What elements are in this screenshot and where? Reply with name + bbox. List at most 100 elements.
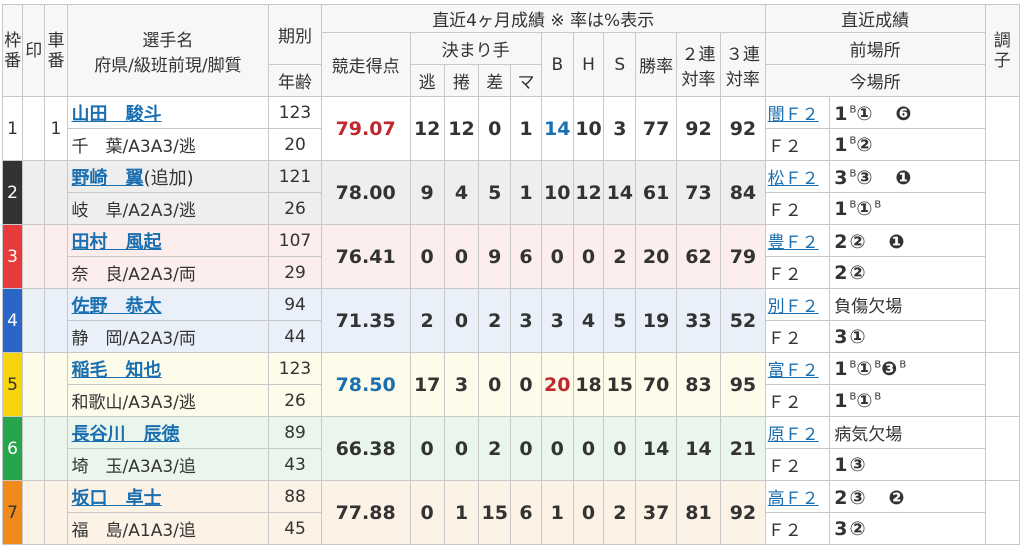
- prev-result-cell: 2② ❶: [829, 224, 986, 257]
- score-cell: 79.07: [320, 96, 411, 161]
- prev-venue-link[interactable]: 別Ｆ２: [768, 297, 819, 317]
- mark-cell[interactable]: [22, 480, 46, 545]
- s-cell: 2: [603, 480, 637, 545]
- this-result-rest: ①: [856, 389, 875, 412]
- header-age: 年齢: [268, 64, 322, 97]
- header-term: 期別: [268, 4, 322, 65]
- racer-name-link[interactable]: 田村 風起: [72, 232, 162, 253]
- pref-cell: 岐 阜/A2A3/逃: [66, 192, 270, 225]
- b-cell: 0: [540, 224, 574, 289]
- prev-result: 病気欠場: [834, 425, 903, 445]
- nige-cell: 2: [409, 288, 445, 353]
- this-sup2: B: [874, 199, 882, 211]
- makuri-cell: 0: [443, 416, 480, 481]
- prev-venue-link[interactable]: 高Ｆ２: [768, 489, 819, 509]
- prev-venue-link[interactable]: 松Ｆ２: [768, 169, 819, 189]
- term-cell: 107: [268, 224, 322, 257]
- mark-cell[interactable]: [22, 160, 46, 225]
- this-result-cell: 2②: [829, 256, 986, 289]
- frame-number: 3: [1, 224, 24, 289]
- prev-result: 1: [834, 357, 850, 380]
- header-rentai3: ３連 対率: [720, 32, 766, 97]
- h-cell: 0: [572, 480, 605, 545]
- mark-cell[interactable]: [22, 416, 46, 481]
- prev-venue-cell: 高Ｆ２: [764, 480, 831, 513]
- condition-cell: [984, 288, 1021, 353]
- sashi-cell: 0: [478, 352, 512, 417]
- prev-result-rest: ② ❶: [849, 231, 907, 253]
- pref-cell: 静 岡/A2A3/両: [66, 320, 270, 353]
- prev-venue-cell: 豊Ｆ２: [764, 224, 831, 257]
- b-cell: 3: [540, 288, 574, 353]
- this-venue-cell: Ｆ２: [764, 448, 831, 481]
- mark-cell[interactable]: [22, 96, 46, 161]
- h-cell: 0: [572, 224, 605, 289]
- prev-result-cell: 1B①B❸B: [829, 352, 986, 385]
- car-number: [44, 160, 68, 225]
- racer-name-link[interactable]: 佐野 恭太: [72, 296, 162, 317]
- nige-cell: 0: [409, 416, 445, 481]
- frame-number: 7: [1, 480, 24, 545]
- prev-result: 負傷欠場: [834, 297, 903, 317]
- score-cell: 71.35: [320, 288, 411, 353]
- racer-name-link[interactable]: 坂口 卓士: [72, 488, 162, 509]
- s-cell: 2: [603, 224, 637, 289]
- mark-cell[interactable]: [22, 288, 46, 353]
- h-cell: 18: [572, 352, 605, 417]
- this-venue-cell: Ｆ２: [764, 512, 831, 545]
- header-nige: 逃: [409, 64, 445, 97]
- prev-result-rest: ③ ❶: [856, 167, 914, 189]
- nige-cell: 12: [409, 96, 445, 161]
- this-result-cell: 3②: [829, 512, 986, 545]
- s-cell: 14: [603, 160, 637, 225]
- prev-venue-link[interactable]: 原Ｆ２: [768, 425, 819, 445]
- prev-result-rest: ① ❻: [856, 103, 914, 125]
- prev-venue-link[interactable]: 闇Ｆ２: [768, 105, 819, 125]
- rentai2-cell: 83: [675, 352, 722, 417]
- age-cell: 20: [268, 128, 322, 161]
- prev-result: 1: [834, 103, 850, 125]
- win-rate-cell: 61: [635, 160, 677, 225]
- mark-win-cell: 1: [510, 160, 542, 225]
- this-result: 1: [834, 197, 850, 220]
- racer-name-link[interactable]: 稲毛 知也: [72, 360, 162, 381]
- age-cell: 26: [268, 192, 322, 225]
- header-waku: 枠番: [1, 4, 24, 97]
- this-result: 3: [834, 517, 850, 540]
- racer-name-link[interactable]: 野崎 翼: [72, 168, 144, 189]
- prev-venue-link[interactable]: 富Ｆ２: [768, 361, 819, 381]
- makuri-cell: 0: [443, 224, 480, 289]
- s-cell: 15: [603, 352, 637, 417]
- rentai3-cell: 92: [720, 96, 766, 161]
- makuri-cell: 4: [443, 160, 480, 225]
- header-prev-venue: 前場所: [764, 32, 986, 65]
- mark-cell[interactable]: [22, 352, 46, 417]
- prev-venue-cell: 富Ｆ２: [764, 352, 831, 385]
- table-row: 7 坂口 卓士 88 77.88 0 1 15 6 1 0 2 37 81 92…: [1, 480, 1021, 545]
- win-rate-cell: 14: [635, 416, 677, 481]
- header-car: 車番: [44, 4, 68, 97]
- header-kimarite: 決まり手: [409, 32, 542, 65]
- win-rate-cell: 37: [635, 480, 677, 545]
- prev-result-extra: ❸: [881, 357, 900, 380]
- racer-name-link[interactable]: 長谷川 辰徳: [72, 424, 180, 445]
- header-h: H: [572, 32, 605, 97]
- racer-name-link[interactable]: 山田 駿斗: [72, 104, 162, 125]
- condition-cell: [984, 96, 1021, 161]
- prev-result-cell: 病気欠場: [829, 416, 986, 449]
- pref-cell: 奈 良/A2A3/両: [66, 256, 270, 289]
- rentai2-cell: 14: [675, 416, 722, 481]
- mark-cell[interactable]: [22, 224, 46, 289]
- s-cell: 0: [603, 416, 637, 481]
- frame-number: 4: [1, 288, 24, 353]
- header-name: 選手名 府県/級班前現/脚質: [66, 4, 270, 97]
- prev-venue-link[interactable]: 豊Ｆ２: [768, 233, 819, 253]
- condition-cell: [984, 352, 1021, 417]
- racer-name-cell: 坂口 卓士: [66, 480, 270, 513]
- table-row: 3 田村 風起 107 76.41 0 0 9 6 0 0 2 20 62 79…: [1, 224, 1021, 289]
- prev-result: 2: [834, 231, 850, 253]
- h-cell: 4: [572, 288, 605, 353]
- term-cell: 89: [268, 416, 322, 449]
- this-result-rest: ①: [856, 197, 875, 220]
- mark-win-cell: 0: [510, 352, 542, 417]
